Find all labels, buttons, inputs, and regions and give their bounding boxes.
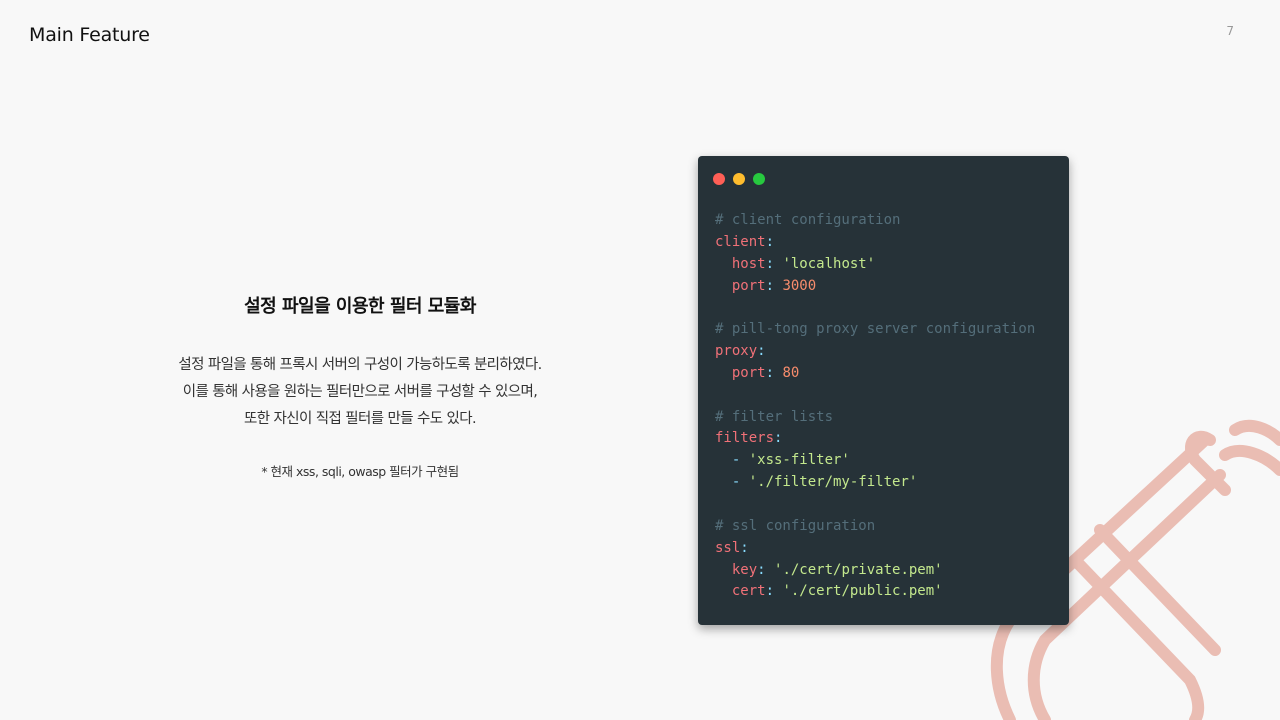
feature-title: 설정 파일을 이용한 필터 모듈화 xyxy=(244,296,476,317)
code-token-key: cert xyxy=(731,583,766,600)
code-token-punc: : xyxy=(757,343,766,360)
code-token-str: './cert/public.pem' xyxy=(782,583,943,600)
code-token-key: filters xyxy=(715,430,775,447)
code-line: ssl: xyxy=(715,538,1035,560)
code-window: # client configuration client: host: 'loc… xyxy=(698,156,1069,625)
code-token-str: 'localhost' xyxy=(782,255,876,272)
code-token-punc: : xyxy=(757,561,775,578)
feature-description: 설정 파일을 통해 프록시 서버의 구성이 가능하도록 분리하였다. 이를 통해… xyxy=(60,352,660,433)
code-token-punc: - xyxy=(731,474,749,491)
header-title: Main Feature xyxy=(29,24,150,46)
maximize-dot-icon xyxy=(753,173,765,185)
code-line: # filter lists xyxy=(715,407,1035,429)
code-token-punc: : xyxy=(765,583,783,600)
description-line: 또한 자신이 직접 필터를 만들 수도 있다. xyxy=(244,411,477,427)
code-token-punc: : xyxy=(740,539,749,556)
code-token-num: 3000 xyxy=(782,277,817,294)
code-token-punc: - xyxy=(731,452,749,469)
code-line: host: 'localhost' xyxy=(715,254,1035,276)
code-token-str: './cert/private.pem' xyxy=(774,561,943,578)
code-block: # client configuration client: host: 'loc… xyxy=(715,210,1035,603)
code-token-punc: : xyxy=(765,364,783,381)
code-token-comment: # client configuration xyxy=(715,212,901,228)
code-token-key: ssl xyxy=(715,539,741,556)
code-token-key: port xyxy=(731,364,766,381)
window-controls xyxy=(713,173,765,185)
code-line: # ssl configuration xyxy=(715,516,1035,538)
code-line: port: 80 xyxy=(715,363,1035,385)
code-token-str: 'xss-filter' xyxy=(748,452,850,469)
code-token-str: './filter/my-filter' xyxy=(748,474,918,491)
code-token-key: port xyxy=(731,277,766,294)
code-token-punc: : xyxy=(765,277,783,294)
code-line: proxy: xyxy=(715,341,1035,363)
implementation-note: * 현재 xss, sqli, owasp 필터가 구현됨 xyxy=(261,464,459,479)
code-line: cert: './cert/public.pem' xyxy=(715,581,1035,603)
code-token-key: host xyxy=(731,255,766,272)
code-line: - 'xss-filter' xyxy=(715,450,1035,472)
code-token-key: proxy xyxy=(715,343,758,360)
close-dot-icon xyxy=(713,173,725,185)
code-token-punc: : xyxy=(765,233,775,250)
code-line: client: xyxy=(715,232,1035,254)
code-line: # pill-tong proxy server configuration xyxy=(715,319,1035,341)
feature-section: 설정 파일을 이용한 필터 모듈화 설정 파일을 통해 프록시 서버의 구성이 … xyxy=(60,292,660,480)
code-token-comment: # pill-tong proxy server configuration xyxy=(715,321,1036,338)
code-line: filters: xyxy=(715,428,1035,450)
code-token-punc: : xyxy=(765,255,783,272)
code-token-punc: : xyxy=(774,430,783,447)
page-number: 7 xyxy=(1226,24,1234,38)
code-line: - './filter/my-filter' xyxy=(715,472,1035,494)
minimize-dot-icon xyxy=(733,173,745,185)
description-line: 이를 통해 사용을 원하는 필터만으로 서버를 구성할 수 있으며, xyxy=(182,384,538,400)
code-line: # client configuration xyxy=(715,210,1035,232)
code-token-key: client xyxy=(715,233,766,250)
code-token-num: 80 xyxy=(782,364,800,381)
code-line: key: './cert/private.pem' xyxy=(715,560,1035,582)
description-line: 설정 파일을 통해 프록시 서버의 구성이 가능하도록 분리하였다. xyxy=(178,357,542,373)
code-token-comment: # filter lists xyxy=(715,408,834,425)
code-token-key: key xyxy=(731,561,758,578)
code-token-comment: # ssl configuration xyxy=(715,517,876,534)
code-line: port: 3000 xyxy=(715,276,1035,298)
